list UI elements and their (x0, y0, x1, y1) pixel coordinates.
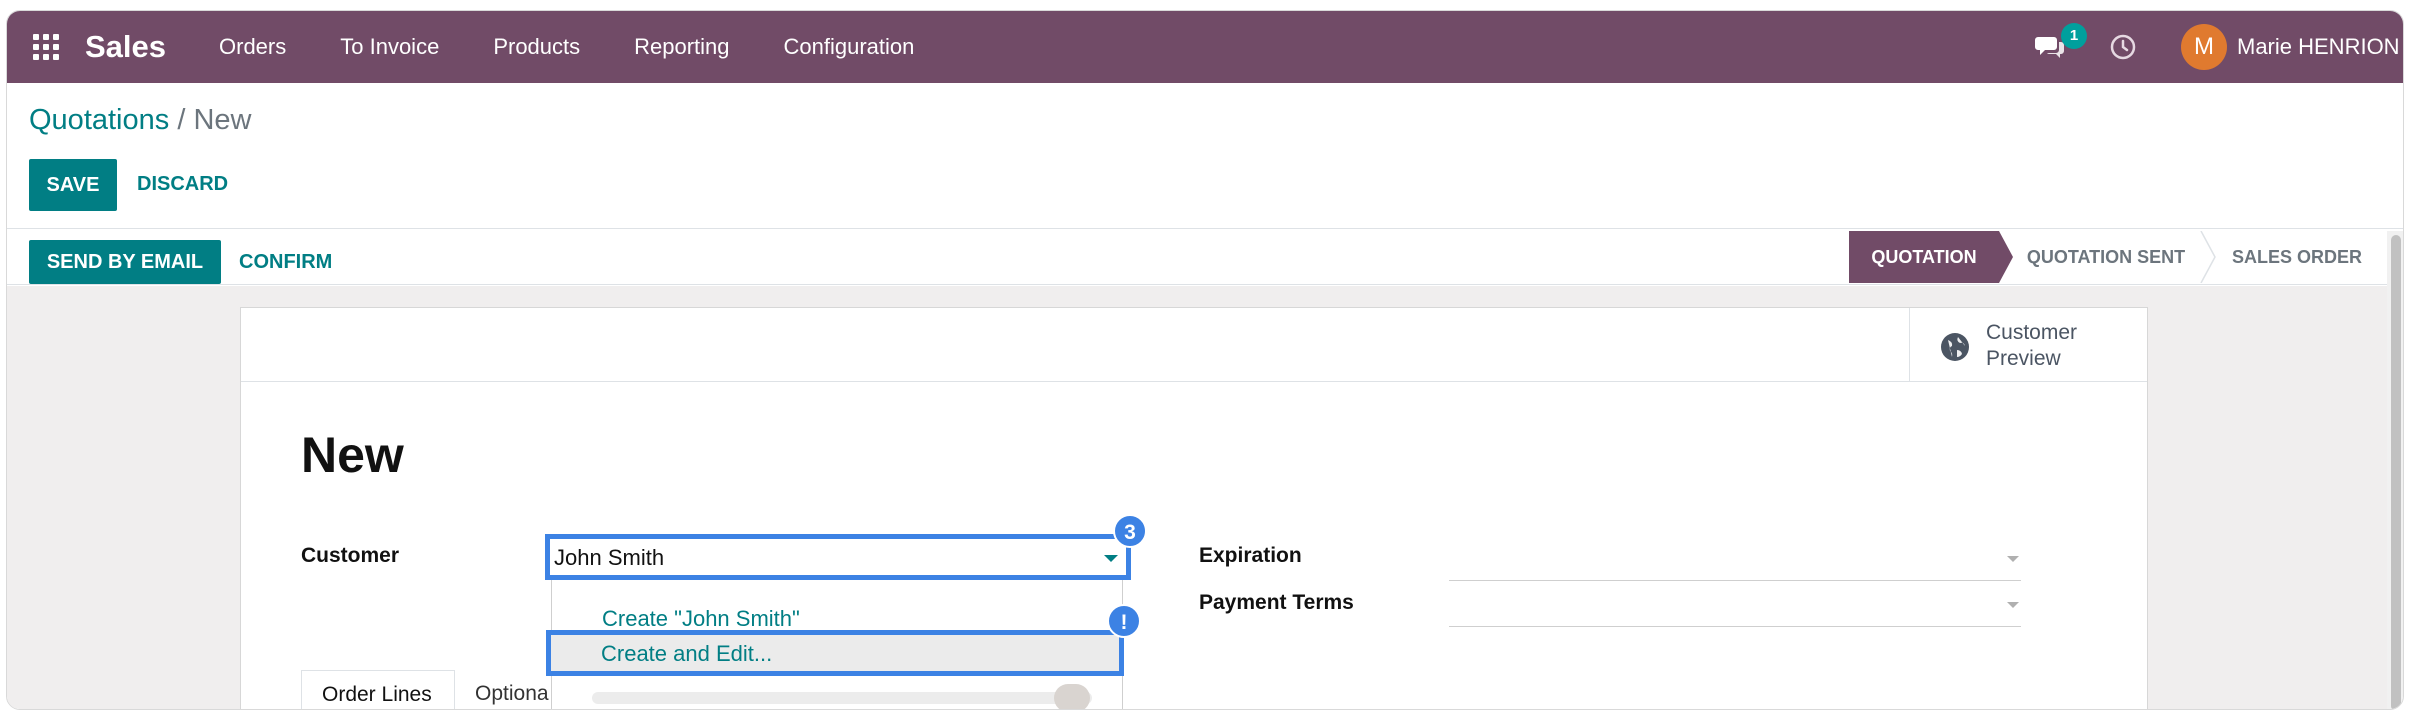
customer-field[interactable] (545, 534, 1131, 580)
discard-button[interactable]: DISCARD (137, 173, 228, 196)
app-brand[interactable]: Sales (85, 29, 166, 65)
clock-icon[interactable] (2109, 33, 2137, 61)
user-avatar[interactable]: M (2181, 24, 2227, 70)
customer-autocomplete-dropdown: Create "John Smith" Create and Edit... (546, 580, 1124, 709)
menu-reporting[interactable]: Reporting (634, 34, 729, 60)
breadcrumb-separator: / (177, 104, 186, 136)
status-bar: SEND BY EMAIL CONFIRM QUOTATION QUOTATIO… (7, 229, 2403, 285)
user-name[interactable]: Marie HENRION (2237, 34, 2400, 60)
blurred-option (592, 692, 1092, 704)
menu-products[interactable]: Products (493, 34, 580, 60)
guide-alert-marker: ! (1107, 604, 1141, 638)
create-and-edit-option[interactable]: Create and Edit... (546, 630, 1124, 676)
breadcrumb-quotations[interactable]: Quotations (29, 104, 169, 136)
expiration-label: Expiration (1199, 544, 1302, 567)
app-window: Sales Orders To Invoice Products Reporti… (6, 10, 2404, 710)
menu-configuration[interactable]: Configuration (784, 34, 915, 60)
top-navbar: Sales Orders To Invoice Products Reporti… (7, 11, 2403, 83)
create-option[interactable]: Create "John Smith" (602, 606, 800, 632)
globe-icon (1941, 333, 1969, 361)
stage-sales-order[interactable]: SALES ORDER (2217, 231, 2377, 283)
tab-optional-products[interactable]: Optiona (455, 670, 549, 709)
customer-preview-label: Customer Preview (1986, 321, 2078, 370)
record-title: New (301, 427, 404, 483)
customer-label: Customer (301, 544, 400, 567)
menu-orders[interactable]: Orders (219, 34, 286, 60)
tab-order-lines[interactable]: Order Lines (301, 670, 455, 709)
stage-quotation[interactable]: QUOTATION (1849, 231, 2013, 283)
main-menu: Orders To Invoice Products Reporting Con… (219, 11, 968, 83)
sheet-button-box: Customer Preview (241, 308, 2147, 382)
scrollbar-thumb[interactable] (2391, 235, 2401, 709)
breadcrumb: Quotations / New (29, 104, 251, 137)
payment-terms-caret-icon[interactable] (2007, 602, 2019, 608)
save-button[interactable]: SAVE (29, 159, 117, 211)
create-and-edit-label: Create and Edit... (601, 641, 773, 666)
menu-to-invoice[interactable]: To Invoice (340, 34, 439, 60)
confirm-button[interactable]: CONFIRM (239, 251, 332, 274)
breadcrumb-current: New (193, 104, 252, 136)
form-sheet: Customer Preview New Customer 3 Create "… (240, 307, 2148, 709)
blurred-avatar (1054, 684, 1090, 709)
payment-terms-field[interactable] (1449, 626, 2021, 627)
customer-preview-button[interactable]: Customer Preview (1909, 308, 2147, 382)
guide-step-marker: 3 (1113, 514, 1147, 548)
expiration-field[interactable] (1449, 580, 2021, 581)
send-by-email-button[interactable]: SEND BY EMAIL (29, 240, 221, 284)
apps-grid-icon[interactable] (33, 34, 61, 62)
message-count-badge: 1 (2061, 23, 2087, 49)
payment-terms-label: Payment Terms (1199, 591, 1354, 614)
customer-input[interactable] (554, 543, 1094, 573)
stage-chevron-icon (2200, 231, 2216, 283)
expiration-caret-icon[interactable] (2007, 556, 2019, 562)
dropdown-caret-icon[interactable] (1104, 555, 1118, 562)
stage-quotation-sent[interactable]: QUOTATION SENT (2017, 231, 2195, 283)
